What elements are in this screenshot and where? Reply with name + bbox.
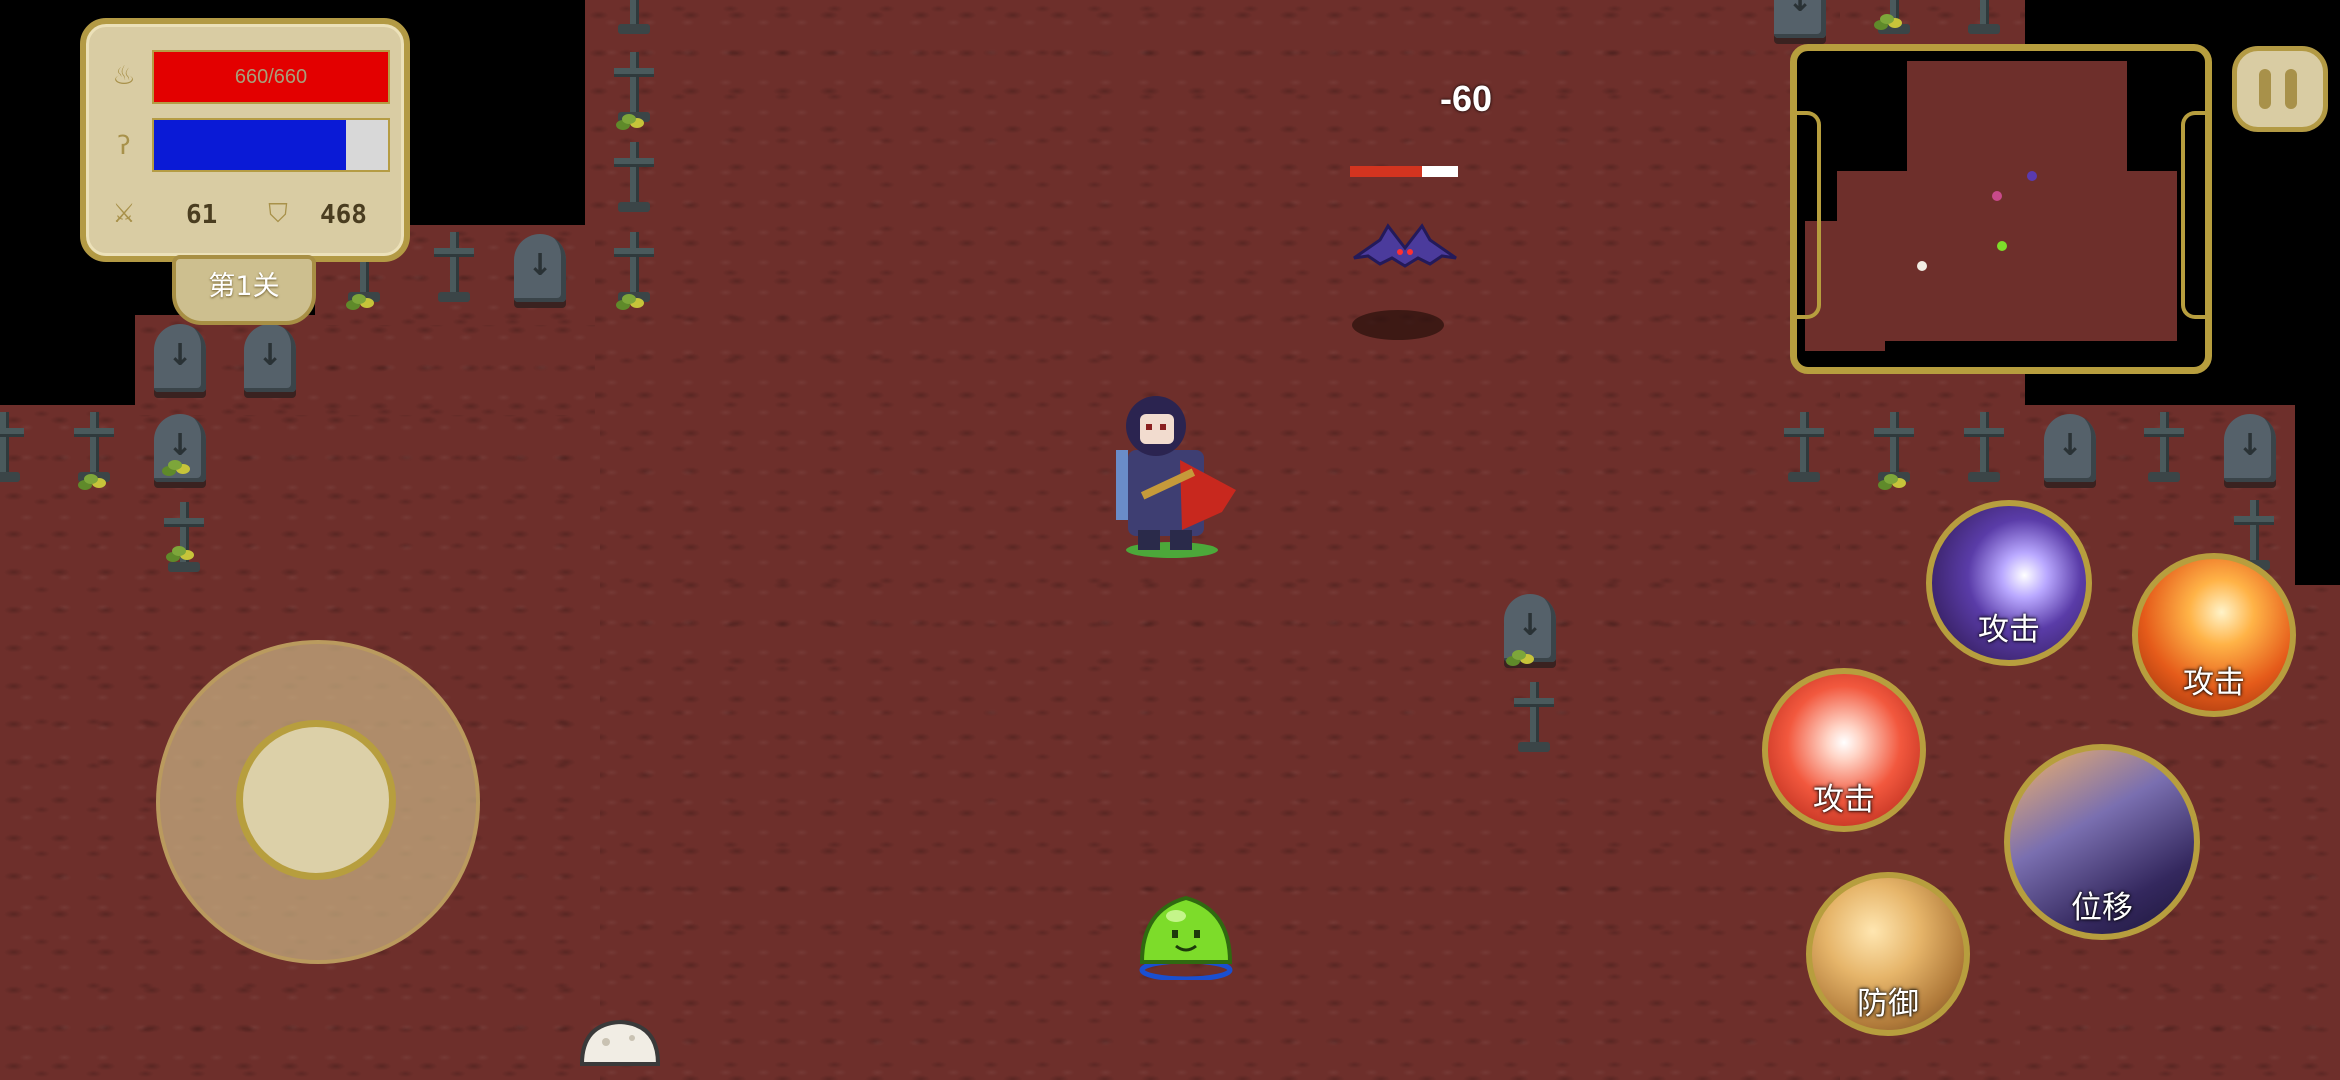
tombstone: [514, 234, 566, 302]
minimap-enemy-marker: [1997, 241, 2007, 251]
defense-value: 468: [320, 200, 367, 230]
tombstone: [2044, 414, 2096, 482]
grave-vine: [622, 114, 636, 124]
minimap-enemy-marker: [1917, 261, 1927, 271]
mp-bar-fill: [154, 120, 346, 170]
swirl-icon: ʔ: [117, 131, 131, 161]
skill-label: 位移: [2071, 890, 2133, 926]
pause-button[interactable]: [2232, 46, 2328, 132]
grave-cross: [154, 502, 214, 582]
grave-cross: [604, 142, 664, 222]
skill-button-dash[interactable]: 位移: [2004, 744, 2200, 940]
bat-shadow: [1352, 310, 1444, 340]
skill-label: 攻击: [1813, 782, 1875, 818]
skill-button-attack-2[interactable]: 攻击: [2132, 553, 2296, 717]
void-right: [2295, 405, 2340, 585]
grave-vine: [1884, 474, 1898, 484]
grave-vine: [1512, 650, 1526, 660]
player-stats-panel: ♨ 660/660 ʔ ⚔ 61 ⛉ 468: [80, 18, 410, 262]
skill-label: 防御: [1857, 986, 1919, 1022]
minimap-player-marker: [1992, 191, 2002, 201]
sword-icon: ⚔: [112, 199, 136, 229]
grave-vine: [352, 294, 366, 304]
grave-cross: [2134, 412, 2194, 492]
tombstone: [154, 324, 206, 392]
minimap[interactable]: [1790, 44, 2212, 374]
tombstone: [154, 414, 206, 482]
pause-icon: [2285, 69, 2297, 109]
mushroom-enemy[interactable]: [578, 1020, 662, 1080]
grave-vine: [172, 546, 186, 556]
grave-vine: [1880, 14, 1894, 24]
skill-button-defend[interactable]: 防御: [1806, 872, 1970, 1036]
grave-vine: [168, 460, 182, 470]
slime-enemy[interactable]: [1136, 890, 1236, 980]
skill-label: 攻击: [1978, 612, 2040, 648]
grave-cross: [1954, 0, 2014, 44]
shield-icon: ⛉: [268, 199, 288, 229]
damage-number: -60: [1440, 78, 1493, 119]
minimap-right-bracket: [2181, 111, 2205, 319]
grave-cross: [424, 232, 484, 312]
grave-cross: [1774, 412, 1834, 492]
grave-cross: [0, 412, 34, 492]
skill-label: 攻击: [2183, 665, 2245, 701]
virtual-joystick[interactable]: [156, 640, 480, 964]
enemy-health-bar: [1350, 166, 1458, 177]
skill-button-attack-1[interactable]: 攻击: [1926, 500, 2092, 666]
pause-icon: [2259, 69, 2271, 109]
grave-cross: [1954, 412, 2014, 492]
minimap-enemy-marker: [2027, 171, 2037, 181]
tombstone: [244, 324, 296, 392]
mp-bar: [152, 118, 390, 172]
joystick-knob[interactable]: [236, 720, 396, 880]
flame-icon: ♨: [112, 61, 136, 91]
grave-vine: [84, 474, 98, 484]
grave-cross: [604, 0, 664, 44]
minimap-floor: [1837, 171, 2177, 341]
tombstone: [2224, 414, 2276, 482]
skill-button-attack-3[interactable]: 攻击: [1762, 668, 1926, 832]
bat-enemy[interactable]: [1350, 218, 1460, 288]
attack-value: 61: [186, 200, 218, 230]
grave-vine: [622, 294, 636, 304]
dungeon-floor-right: [2020, 405, 2340, 1080]
grave-cross: [1504, 682, 1564, 762]
tombstone: [1774, 0, 1826, 38]
level-tag: 第1关: [172, 255, 316, 325]
hp-text: 660/660: [234, 66, 308, 88]
player-hero: [1116, 396, 1236, 558]
hp-bar: 660/660: [152, 50, 390, 104]
grave-cross: [1864, 0, 1924, 44]
enemy-health-fill: [1350, 166, 1423, 177]
minimap-left-bracket: [1797, 111, 1821, 319]
